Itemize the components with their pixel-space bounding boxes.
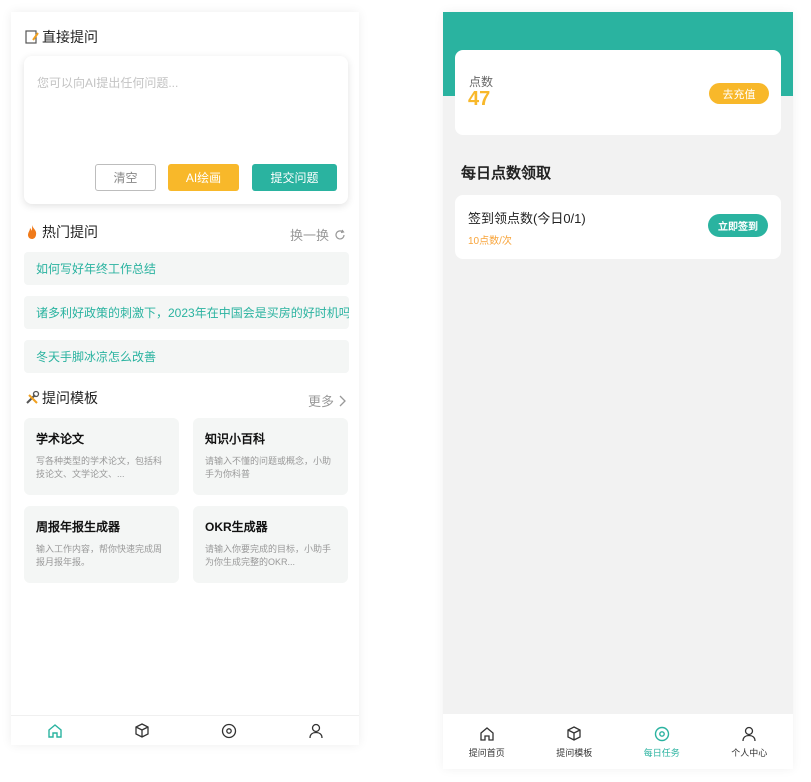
hot-question-item[interactable]: 冬天手脚冰凉怎么改善 xyxy=(24,340,349,373)
tab-tasks[interactable] xyxy=(209,722,249,740)
tab-label: 每日任务 xyxy=(643,747,680,758)
daily-points-title: 每日点数领取 xyxy=(461,165,552,182)
question-input[interactable]: 您可以向AI提出任何问题... xyxy=(37,74,178,91)
user-icon xyxy=(307,722,325,740)
checkin-button[interactable]: 立即签到 xyxy=(708,214,768,237)
more-templates-link[interactable]: 更多 xyxy=(308,391,346,410)
tab-tasks[interactable]: 每日任务 xyxy=(627,725,697,759)
template-section-header: 提问模板 xyxy=(24,388,98,408)
question-input-card[interactable]: 您可以向AI提出任何问题... 清空 AI绘画 提交问题 xyxy=(24,56,348,204)
template-desc: 写各种类型的学术论文，包括科技论文、文学论文、... xyxy=(36,456,163,479)
template-card[interactable]: 知识小百科 请输入不懂的问题或概念，小助手为你科普 xyxy=(193,418,348,495)
cube-icon xyxy=(133,722,151,740)
ask-home-screen: 直接提问 您可以向AI提出任何问题... 清空 AI绘画 提交问题 热门提问 换… xyxy=(11,12,359,745)
bottom-tabbar xyxy=(11,715,359,745)
task-name: 签到领点数(今日0/1) xyxy=(468,211,586,226)
ask-section-title: 直接提问 xyxy=(42,29,98,45)
tab-profile[interactable] xyxy=(296,722,336,740)
points-card: 点数 47 去充值 xyxy=(455,50,781,135)
tab-templates[interactable] xyxy=(122,722,162,740)
template-title: 知识小百科 xyxy=(205,432,266,446)
hot-question-item[interactable]: 如何写好年终工作总结 xyxy=(24,252,349,285)
tab-label: 个人中心 xyxy=(731,747,768,758)
user-icon xyxy=(740,725,758,743)
tab-label: 提问首页 xyxy=(468,747,505,758)
note-icon xyxy=(24,29,40,45)
refresh-label: 换一换 xyxy=(289,228,329,243)
target-icon xyxy=(220,722,238,740)
cube-icon xyxy=(565,725,583,743)
ai-draw-button[interactable]: AI绘画 xyxy=(168,164,239,191)
template-section-title: 提问模板 xyxy=(42,390,98,406)
refresh-button[interactable]: 换一换 xyxy=(290,225,346,244)
template-desc: 请输入你要完成的目标，小助手为你生成完整的OKR... xyxy=(205,544,332,567)
tab-home[interactable]: 提问首页 xyxy=(452,725,522,759)
checkin-task-card: 签到领点数(今日0/1) 10点数/次 立即签到 xyxy=(455,195,781,259)
ask-section-header: 直接提问 xyxy=(24,27,98,47)
template-title: 周报年报生成器 xyxy=(36,520,121,534)
fire-icon xyxy=(24,224,40,240)
recharge-button[interactable]: 去充值 xyxy=(709,83,769,104)
points-value: 47 xyxy=(468,88,491,110)
home-icon xyxy=(46,722,64,740)
task-reward: 10点数/次 xyxy=(468,236,512,247)
template-card[interactable]: 学术论文 写各种类型的学术论文，包括科技论文、文学论文、... xyxy=(24,418,179,495)
hot-section-title: 热门提问 xyxy=(42,224,98,240)
bottom-tabbar: 提问首页 提问模板 每日任务 个人中心 xyxy=(443,714,793,769)
hot-section-header: 热门提问 xyxy=(24,222,98,242)
home-icon xyxy=(478,725,496,743)
tab-templates[interactable]: 提问模板 xyxy=(539,725,609,759)
tab-label: 提问模板 xyxy=(556,747,593,758)
template-desc: 输入工作内容，帮你快速完成周报月报年报。 xyxy=(36,544,163,567)
target-icon xyxy=(653,725,671,743)
hot-question-item[interactable]: 诸多利好政策的刺激下，2023年在中国会是买房的好时机吗 xyxy=(24,296,349,329)
clear-button[interactable]: 清空 xyxy=(95,164,156,191)
tab-home[interactable] xyxy=(35,722,75,740)
template-title: 学术论文 xyxy=(36,432,85,446)
template-title: OKR生成器 xyxy=(205,520,268,534)
submit-question-button[interactable]: 提交问题 xyxy=(252,164,337,191)
chevron-right-icon xyxy=(338,395,346,407)
daily-task-screen: 点数 47 去充值 每日点数领取 签到领点数(今日0/1) 10点数/次 立即签… xyxy=(443,12,793,769)
template-card[interactable]: OKR生成器 请输入你要完成的目标，小助手为你生成完整的OKR... xyxy=(193,506,348,583)
tools-icon xyxy=(24,390,40,406)
template-desc: 请输入不懂的问题或概念，小助手为你科普 xyxy=(205,456,332,479)
template-card[interactable]: 周报年报生成器 输入工作内容，帮你快速完成周报月报年报。 xyxy=(24,506,179,583)
tab-profile[interactable]: 个人中心 xyxy=(714,725,784,759)
more-label: 更多 xyxy=(307,394,334,409)
refresh-icon xyxy=(334,229,346,241)
